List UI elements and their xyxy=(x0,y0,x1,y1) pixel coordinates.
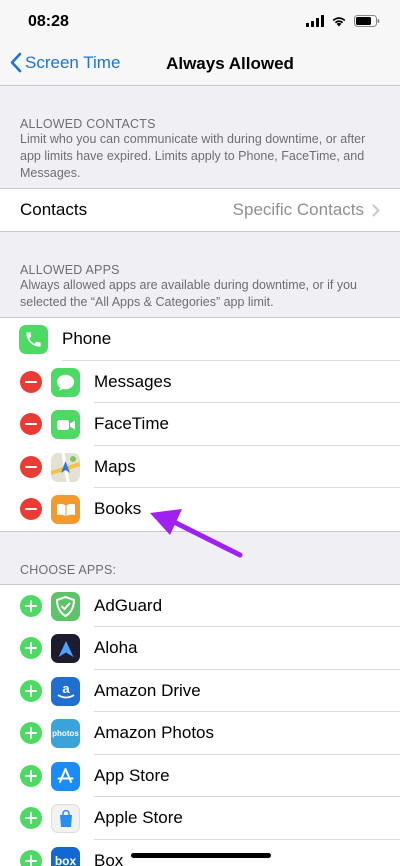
contacts-group: Contacts Specific Contacts xyxy=(0,188,400,232)
status-bar: 08:28 xyxy=(0,0,400,44)
list-item: photos Amazon Photos xyxy=(0,712,400,755)
allowed-contacts-description: Limit who you can communicate with durin… xyxy=(20,132,366,180)
app-store-icon xyxy=(51,761,80,791)
allowed-apps-description: Always allowed apps are available during… xyxy=(20,278,357,309)
allowed-contacts-title: ALLOWED CONTACTS xyxy=(20,117,156,131)
allowed-apps-title: ALLOWED APPS xyxy=(20,263,120,277)
add-button[interactable] xyxy=(20,849,42,866)
app-name: App Store xyxy=(94,765,170,785)
add-button[interactable] xyxy=(20,637,42,659)
adguard-icon xyxy=(51,591,80,621)
app-name: Box xyxy=(94,850,124,866)
apple-store-icon xyxy=(51,804,80,833)
messages-icon xyxy=(51,367,80,397)
list-item: a Amazon Drive xyxy=(0,670,400,712)
app-name: Amazon Drive xyxy=(94,680,201,700)
amazon-photos-icon-text: photos xyxy=(52,729,79,738)
books-icon xyxy=(51,495,80,524)
contacts-value: Specific Contacts xyxy=(233,200,380,220)
amazon-photos-icon: photos xyxy=(51,719,80,748)
app-name: Messages xyxy=(94,371,172,391)
remove-button[interactable] xyxy=(20,498,42,520)
list-item: Phone xyxy=(0,318,400,361)
add-button[interactable] xyxy=(20,594,42,617)
svg-text:a: a xyxy=(62,681,70,696)
remove-button[interactable] xyxy=(20,455,42,478)
allowed-contacts-header: ALLOWED CONTACTS Limit who you can commu… xyxy=(0,86,400,188)
add-button[interactable] xyxy=(20,722,42,744)
box-icon: box xyxy=(51,846,80,866)
cellular-signal-icon xyxy=(306,15,324,27)
aloha-icon xyxy=(51,634,80,663)
add-button[interactable] xyxy=(20,679,42,702)
battery-icon xyxy=(354,15,380,27)
app-name: FaceTime xyxy=(94,414,169,434)
chevron-right-icon xyxy=(372,204,380,216)
contacts-value-text: Specific Contacts xyxy=(232,200,364,219)
add-button[interactable] xyxy=(20,807,42,829)
allowed-apps-group: Phone Messages FaceTime Maps Books xyxy=(0,317,400,532)
phone-icon xyxy=(19,325,48,354)
status-time: 08:28 xyxy=(28,13,69,30)
allowed-apps-header: ALLOWED APPS Always allowed apps are ava… xyxy=(0,232,400,317)
list-item: Aloha xyxy=(0,627,400,670)
list-item: FaceTime xyxy=(0,403,400,446)
app-name: Maps xyxy=(94,456,136,476)
add-button[interactable] xyxy=(20,764,42,787)
remove-button[interactable] xyxy=(20,413,42,435)
wifi-icon xyxy=(332,17,346,27)
navigation-bar: Screen Time Always Allowed xyxy=(0,44,400,86)
list-item: Maps xyxy=(0,446,400,488)
contacts-label: Contacts xyxy=(20,200,88,219)
list-item: App Store xyxy=(0,755,400,797)
app-name: Books xyxy=(94,499,142,519)
app-name: Aloha xyxy=(94,638,138,658)
home-indicator xyxy=(131,853,271,858)
amazon-drive-icon: a xyxy=(51,676,80,706)
list-item: Apple Store xyxy=(0,797,400,840)
page-title: Always Allowed xyxy=(166,54,294,73)
app-name: Phone xyxy=(62,329,112,349)
app-name: Amazon Photos xyxy=(94,723,215,743)
app-name: AdGuard xyxy=(94,595,163,615)
facetime-icon xyxy=(51,410,80,439)
box-icon-text: box xyxy=(54,854,77,866)
choose-apps-group: AdGuard Aloha a Amazon Drive photos Amaz… xyxy=(0,583,400,866)
remove-button[interactable] xyxy=(20,370,42,393)
status-icons xyxy=(306,15,380,27)
contacts-row[interactable]: Contacts Specific Contacts xyxy=(0,189,400,231)
list-item: Messages xyxy=(0,361,400,403)
list-item: AdGuard xyxy=(0,585,400,627)
app-name: Apple Store xyxy=(94,808,183,828)
maps-icon xyxy=(51,452,80,482)
annotation-arrow xyxy=(150,509,243,558)
